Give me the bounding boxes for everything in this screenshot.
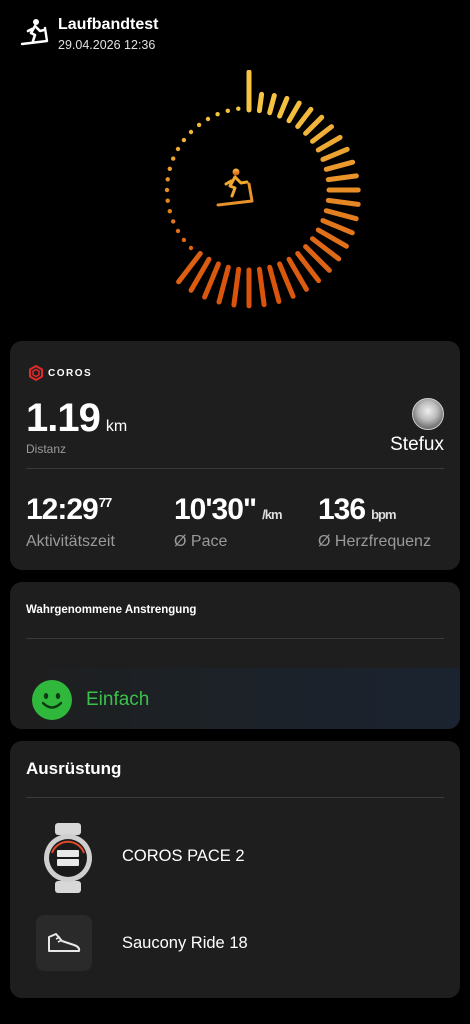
ring-tick xyxy=(323,208,359,222)
gear-title: Ausrüstung xyxy=(26,759,122,778)
stat-superscript: 77 xyxy=(98,495,113,510)
perceived-effort-title: Wahrgenommene Anstrengung xyxy=(26,604,197,616)
smiley-icon xyxy=(32,680,72,720)
stat-label: Ø Herzfrequenz xyxy=(318,533,431,550)
stat-unit: /km xyxy=(262,507,282,522)
ring-dot xyxy=(167,209,172,214)
coros-logo-icon xyxy=(29,365,43,381)
ring-tick xyxy=(256,91,265,114)
ring-tick xyxy=(320,218,355,236)
gear-item-watch[interactable]: COROS PACE 2 xyxy=(122,847,245,866)
ring-dot xyxy=(215,112,220,117)
summary-card[interactable]: COROS 1.19 km Distanz Stefux 12:2977 Akt… xyxy=(10,341,460,570)
ring-tick xyxy=(231,266,242,308)
ring-dot xyxy=(205,116,211,122)
ring-tick xyxy=(325,173,359,183)
ring-tick xyxy=(325,197,361,207)
ring-tick xyxy=(323,159,356,172)
ring-tick xyxy=(216,264,231,305)
username[interactable]: Stefux xyxy=(390,434,444,456)
ring-tick xyxy=(202,261,221,300)
stat-label: Aktivitätszeit xyxy=(26,533,115,550)
stat-avg-pace: 10'30" /km Ø Pace xyxy=(174,493,283,551)
ring-dot xyxy=(188,129,194,135)
ring-dot xyxy=(167,166,172,171)
stat-label: Ø Pace xyxy=(174,533,228,550)
divider xyxy=(26,638,444,639)
ring-tick xyxy=(315,134,343,153)
gear-item-shoe[interactable]: Saucony Ride 18 xyxy=(122,934,248,953)
coros-logo-text: COROS xyxy=(48,367,93,379)
ring-tick xyxy=(277,95,290,119)
perceived-effort-row[interactable]: Einfach xyxy=(10,668,460,729)
shoe-icon-box[interactable] xyxy=(36,915,92,971)
ring-tick xyxy=(310,124,334,144)
avatar[interactable] xyxy=(412,398,444,430)
ring-tick xyxy=(295,106,314,129)
ring-dot xyxy=(236,106,241,111)
treadmill-icon xyxy=(20,19,49,46)
treadmill-icon xyxy=(216,168,254,207)
divider xyxy=(26,468,444,469)
activity-header: Laufbandtest 29.04.2026 12:36 xyxy=(0,0,470,70)
ring-dot xyxy=(175,228,181,234)
shoe-icon xyxy=(48,933,81,952)
divider xyxy=(26,797,444,798)
activity-title: Laufbandtest xyxy=(58,16,159,33)
ring-tick xyxy=(267,264,282,304)
activity-ring-graphic xyxy=(164,70,361,309)
stat-value: 136 xyxy=(318,493,366,526)
ring-dot xyxy=(165,177,170,182)
distance-value: 1.19 km xyxy=(26,396,127,441)
ring-tick xyxy=(277,261,296,299)
perceived-effort-value: Einfach xyxy=(86,689,150,710)
gear-card: Ausrüstung COROS PACE 2 Saucony Ride 18 xyxy=(10,741,460,998)
watch-icon[interactable] xyxy=(38,823,98,893)
perceived-effort-card[interactable]: Wahrgenommene Anstrengung Einfach xyxy=(10,582,460,729)
activity-datetime: 29.04.2026 12:36 xyxy=(58,38,156,52)
ring-tick xyxy=(267,93,277,116)
stat-unit: bpm xyxy=(371,507,396,522)
ring-tick xyxy=(320,146,350,162)
coros-logo: COROS xyxy=(28,365,92,381)
stat-activity-time: 12:2977 Aktivitätszeit xyxy=(26,493,115,551)
distance-label: Distanz xyxy=(26,442,67,456)
distance-unit: km xyxy=(105,418,128,435)
ring-tick xyxy=(256,266,267,308)
ring-dot xyxy=(196,122,202,128)
ring-dot xyxy=(164,187,170,193)
ring-dot xyxy=(171,219,176,224)
ring-ticks xyxy=(164,70,361,309)
ring-tick xyxy=(286,100,302,124)
stat-value: 10'30" xyxy=(174,493,257,526)
ring-dot xyxy=(165,198,170,203)
distance-number: 1.19 xyxy=(26,396,101,440)
ring-dot xyxy=(181,137,187,143)
ring-tick xyxy=(303,114,325,136)
ring-dot xyxy=(175,146,181,152)
stat-value: 12:29 xyxy=(26,493,99,526)
ring-dot xyxy=(225,108,230,114)
stat-avg-heartrate: 136 bpm Ø Herzfrequenz xyxy=(318,493,431,551)
ring-dot xyxy=(181,237,187,243)
ring-dot xyxy=(188,245,194,251)
ring-dot xyxy=(171,156,176,161)
